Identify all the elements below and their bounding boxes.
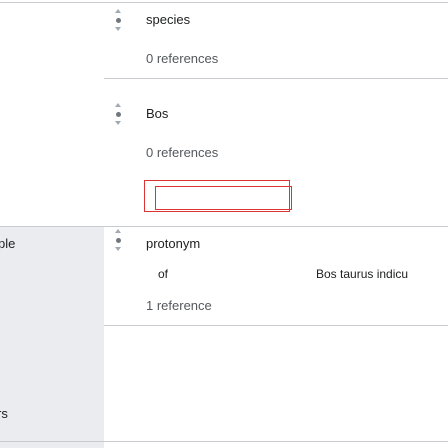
qualifier-value[interactable]: Bos taurus indicu — [316, 267, 408, 281]
divider-top — [0, 2, 448, 3]
rank-preferred-icon — [115, 103, 121, 107]
property-label[interactable]: ple — [0, 236, 15, 251]
rank-selector-icon[interactable] — [113, 103, 123, 125]
references-toggle[interactable]: 0 references — [146, 145, 218, 160]
property-group-divider — [0, 226, 448, 227]
qualifier-property[interactable]: of — [158, 267, 168, 281]
rank-selector-icon[interactable] — [113, 9, 123, 31]
references-toggle[interactable]: 0 references — [146, 51, 218, 66]
rank-normal-icon — [115, 111, 121, 117]
rank-normal-icon — [115, 17, 121, 23]
rank-deprecated-icon — [115, 27, 121, 31]
rank-normal-icon — [115, 237, 121, 243]
statement-value[interactable]: Bos — [146, 106, 168, 121]
divider — [104, 325, 448, 326]
property-label-column — [0, 227, 104, 448]
rank-preferred-icon — [115, 9, 121, 13]
wikidata-statement-panel: species 0 references Bos 0 references pl… — [0, 0, 448, 448]
rank-deprecated-icon — [115, 121, 121, 125]
references-toggle[interactable]: 1 reference — [146, 298, 212, 313]
rank-deprecated-icon — [115, 247, 121, 251]
rank-selector-icon[interactable] — [113, 229, 123, 251]
statement-value[interactable]: species — [146, 12, 190, 27]
rank-preferred-icon — [115, 229, 121, 233]
statement-value[interactable]: protonym — [146, 236, 200, 251]
property-label[interactable]: rs — [0, 406, 8, 421]
divider — [104, 78, 448, 79]
divider-bottom — [0, 441, 448, 442]
highlight-box-inner — [155, 186, 292, 210]
